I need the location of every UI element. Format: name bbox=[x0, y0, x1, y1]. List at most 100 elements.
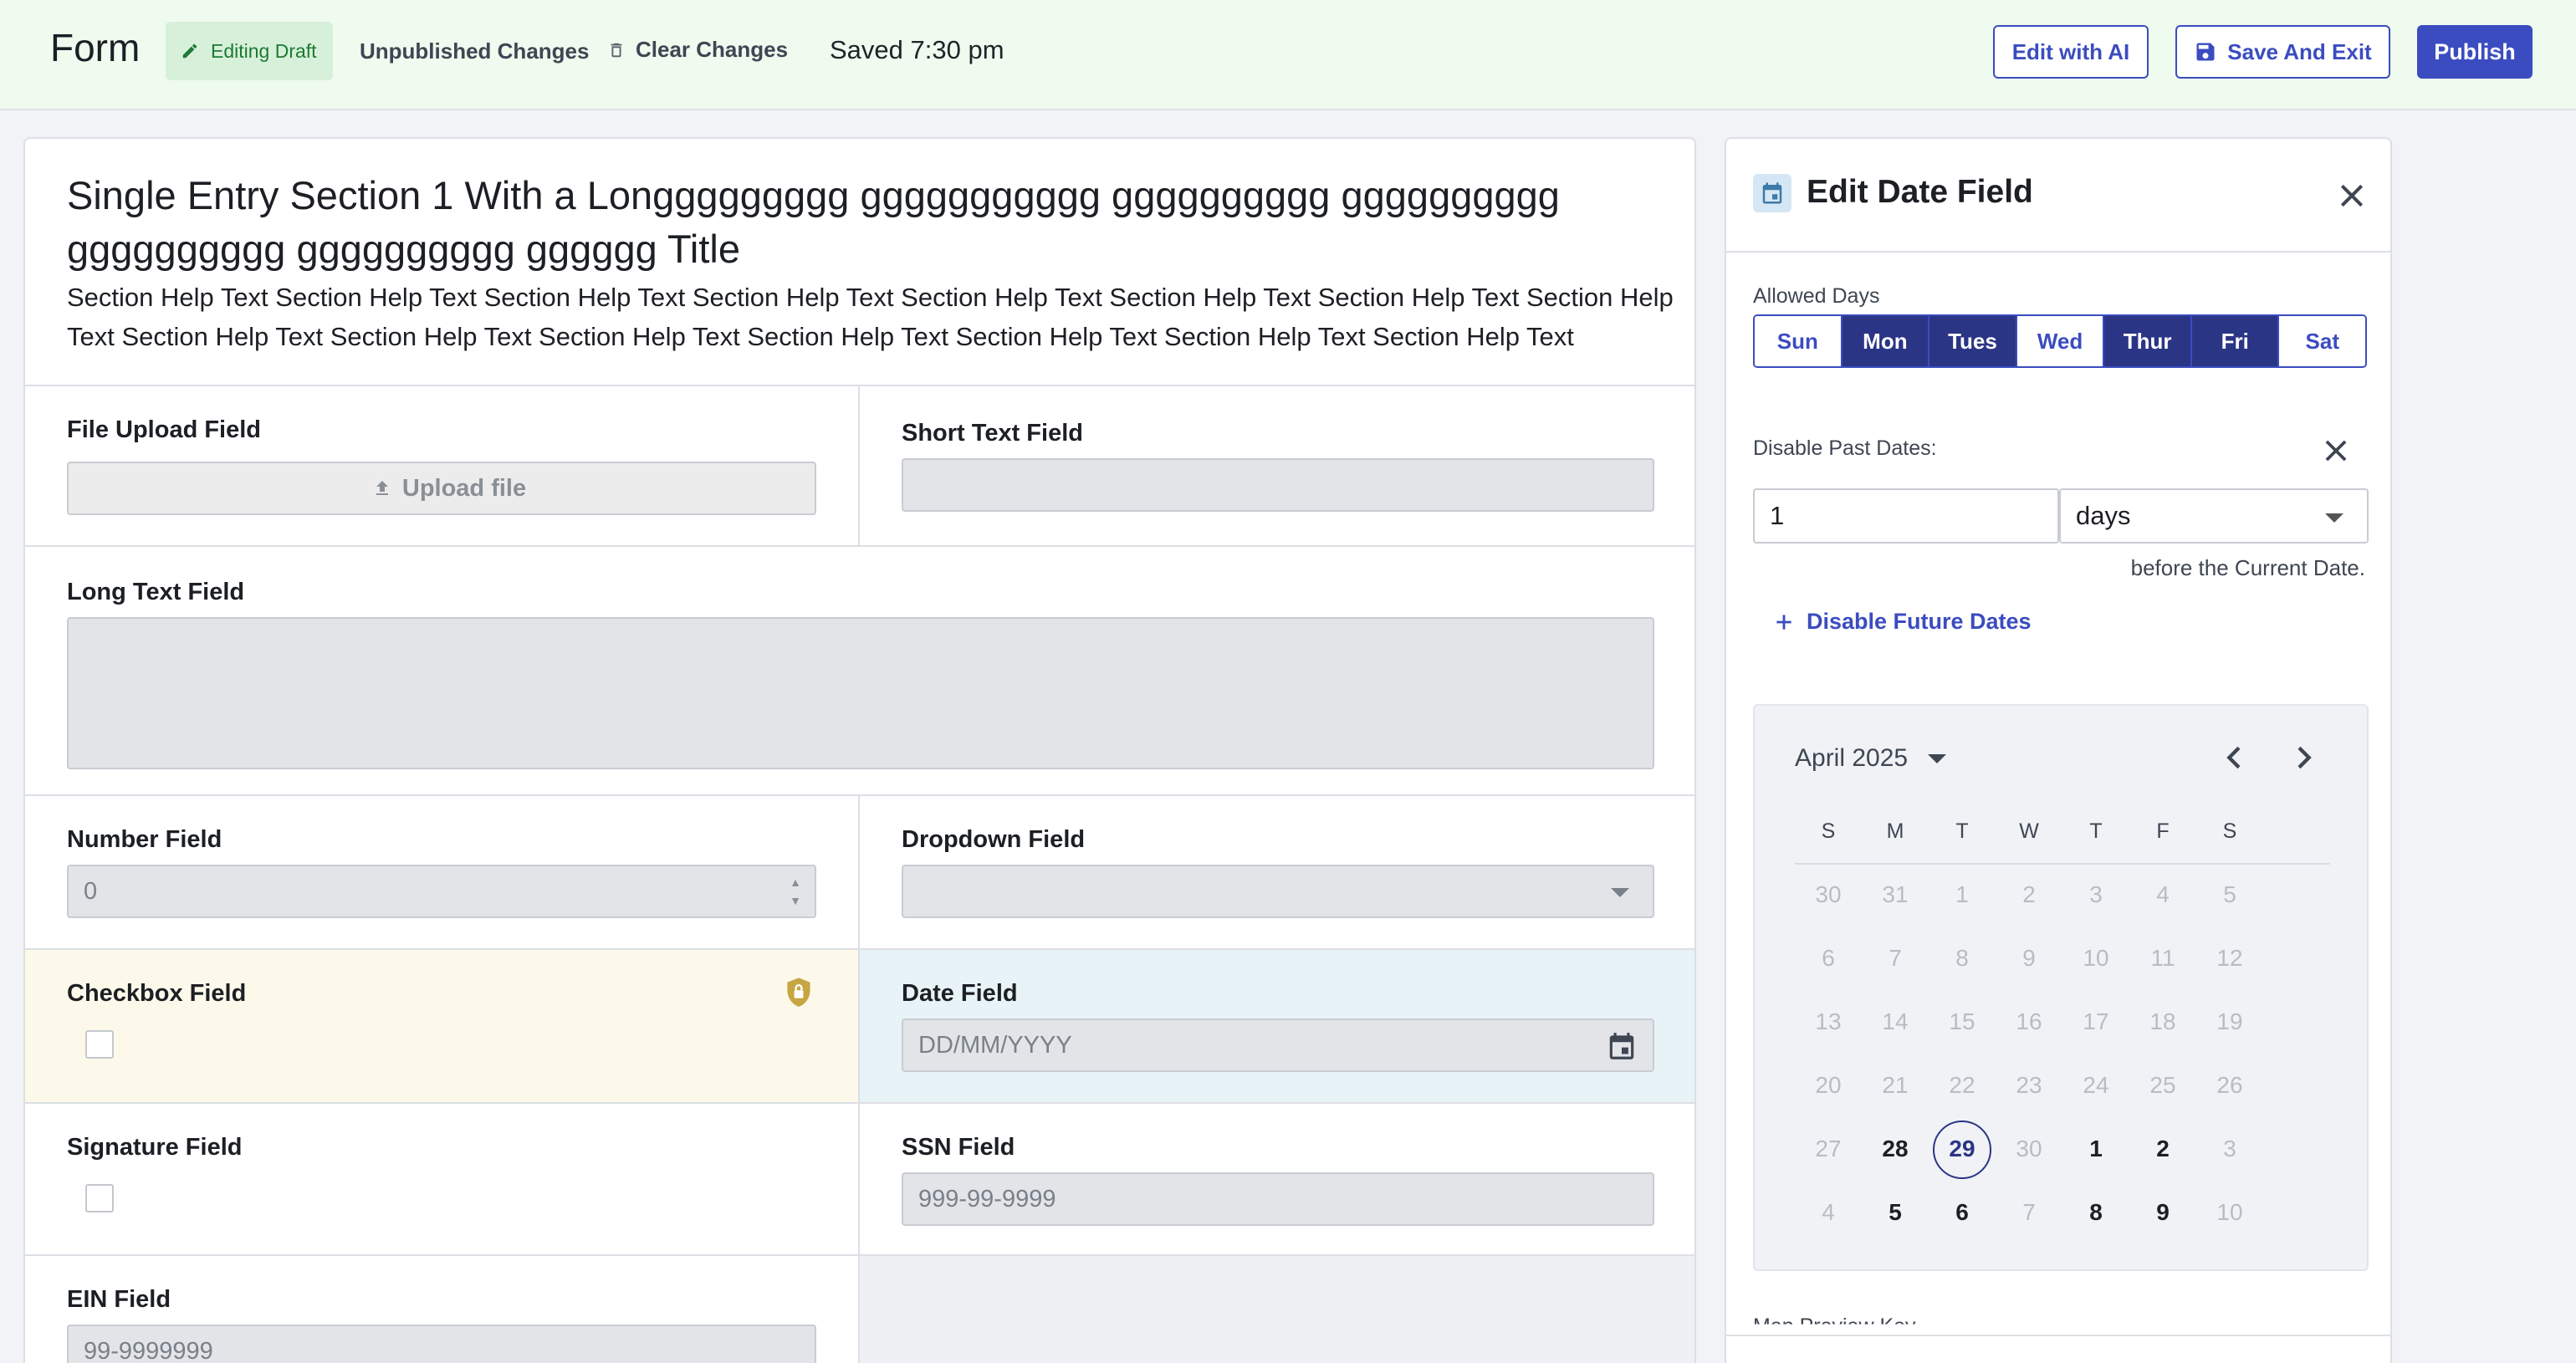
checkbox-field-cell[interactable]: Checkbox Field bbox=[25, 950, 860, 1104]
day-toggle-sun[interactable]: Sun bbox=[1755, 316, 1843, 366]
calendar-badge-icon bbox=[1753, 174, 1791, 212]
ein-label: EIN Field bbox=[67, 1286, 171, 1313]
clear-changes-label: Clear Changes bbox=[636, 37, 789, 62]
chevron-down-icon bbox=[2325, 513, 2343, 523]
calendar-day: 9 bbox=[2022, 945, 2036, 971]
number-value: 0 bbox=[84, 877, 98, 905]
calendar-day[interactable]: 8 bbox=[2062, 1199, 2129, 1226]
calendar-day: 4 bbox=[1822, 1199, 1835, 1225]
number-field-cell[interactable]: Number Field 0 ▲ ▼ bbox=[25, 796, 860, 950]
dropdown-label: Dropdown Field bbox=[902, 826, 1086, 853]
file-upload-field-cell[interactable]: File Upload Field Upload file bbox=[25, 386, 860, 547]
short-text-input[interactable] bbox=[902, 458, 1654, 512]
ssn-placeholder: 999-99-9999 bbox=[918, 1185, 1056, 1212]
edit-with-ai-button[interactable]: Edit with AI bbox=[1993, 25, 2149, 79]
ein-field-cell[interactable]: EIN Field 99-9999999 bbox=[25, 1256, 860, 1363]
number-input[interactable]: 0 ▲ ▼ bbox=[67, 865, 816, 918]
number-label: Number Field bbox=[67, 826, 222, 853]
unpublished-changes-link[interactable]: Unpublished Changes bbox=[360, 38, 589, 64]
calendar-day: 14 bbox=[1882, 1008, 1909, 1034]
calendar-day: 27 bbox=[1815, 1136, 1842, 1161]
edit-with-ai-label: Edit with AI bbox=[2011, 38, 2130, 64]
past-unit-select[interactable]: days bbox=[2059, 488, 2369, 544]
calendar-day: 30 bbox=[2016, 1136, 2042, 1161]
day-toggle-sat[interactable]: Sat bbox=[2279, 316, 2365, 366]
calendar-day: 10 bbox=[2216, 1199, 2243, 1225]
day-toggle-thur[interactable]: Thur bbox=[2104, 316, 2192, 366]
trash-icon bbox=[611, 43, 622, 57]
saved-status: Saved 7:30 pm bbox=[830, 35, 1004, 64]
month-selector[interactable]: April 2025 bbox=[1795, 744, 1947, 773]
upload-icon bbox=[376, 481, 388, 495]
day-toggle-fri[interactable]: Fri bbox=[2191, 316, 2280, 366]
previous-month-icon[interactable] bbox=[2218, 741, 2251, 774]
clear-changes-button[interactable]: Clear Changes bbox=[607, 37, 788, 63]
day-toggle-mon[interactable]: Mon bbox=[1842, 316, 1930, 366]
ein-input[interactable]: 99-9999999 bbox=[67, 1325, 816, 1363]
calendar-icon[interactable] bbox=[1606, 1030, 1638, 1062]
checkbox-input[interactable] bbox=[85, 1030, 114, 1059]
day-toggle-wed[interactable]: Wed bbox=[2016, 316, 2105, 366]
form-canvas: Single Entry Section 1 With a Longgggggg… bbox=[23, 137, 1696, 1363]
calendar-day: 10 bbox=[2083, 945, 2109, 971]
calendar-day: 31 bbox=[1882, 881, 1909, 907]
ssn-field-cell[interactable]: SSN Field 999-99-9999 bbox=[860, 1104, 1694, 1256]
calendar-day: 18 bbox=[2149, 1008, 2176, 1034]
calendar-day: 26 bbox=[2216, 1072, 2243, 1098]
date-input[interactable]: DD/MM/YYYY bbox=[902, 1018, 1654, 1072]
editing-draft-badge: Editing Draft bbox=[166, 22, 333, 80]
pencil-icon bbox=[182, 43, 197, 59]
calendar-day: 23 bbox=[2016, 1072, 2042, 1098]
calendar-day: 3 bbox=[2223, 1136, 2236, 1161]
close-icon[interactable] bbox=[2335, 179, 2369, 212]
long-text-field-cell[interactable]: Long Text Field bbox=[25, 547, 1694, 796]
panel-header: Edit Date Field bbox=[1726, 139, 2390, 253]
past-days-input[interactable]: 1 bbox=[1753, 488, 2059, 544]
weekday-header: M bbox=[1886, 819, 1904, 843]
signature-field-cell[interactable]: Signature Field bbox=[25, 1104, 860, 1256]
long-text-input[interactable] bbox=[67, 617, 1654, 769]
long-text-label: Long Text Field bbox=[67, 579, 245, 605]
remove-rule-close-icon[interactable] bbox=[2320, 435, 2352, 467]
allowed-days-label: Allowed Days bbox=[1753, 284, 1880, 308]
calendar-day[interactable]: 6 bbox=[1929, 1199, 1996, 1226]
calendar-day: 16 bbox=[2016, 1008, 2042, 1034]
calendar-day: 30 bbox=[1815, 881, 1842, 907]
calendar-day: 21 bbox=[1882, 1072, 1909, 1098]
ssn-input[interactable]: 999-99-9999 bbox=[902, 1172, 1654, 1226]
editing-draft-label: Editing Draft bbox=[211, 39, 317, 62]
number-stepper[interactable]: ▲ ▼ bbox=[790, 873, 801, 910]
weekday-header: F bbox=[2156, 819, 2170, 843]
calendar-day[interactable]: 28 bbox=[1862, 1136, 1929, 1162]
dropdown-field-cell[interactable]: Dropdown Field bbox=[860, 796, 1694, 950]
calendar-day[interactable]: 9 bbox=[2129, 1199, 2196, 1226]
lock-shield-icon bbox=[787, 978, 810, 1007]
disable-future-dates-button[interactable]: Disable Future Dates bbox=[1773, 609, 2032, 635]
next-month-icon[interactable] bbox=[2287, 741, 2320, 774]
date-label: Date Field bbox=[902, 980, 1018, 1007]
calendar-day[interactable]: 29 bbox=[1929, 1136, 1996, 1162]
calendar-day[interactable]: 1 bbox=[2062, 1136, 2129, 1162]
past-unit-value: days bbox=[2076, 501, 2131, 530]
plus-icon bbox=[1776, 614, 1791, 630]
weekday-header: W bbox=[2019, 819, 2039, 843]
calendar-divider bbox=[1795, 863, 2330, 865]
weekday-header: S bbox=[1821, 819, 1836, 843]
allowed-days-toggle-group: Sun Mon Tues Wed Thur Fri Sat bbox=[1753, 314, 2367, 368]
calendar-day[interactable]: 5 bbox=[1862, 1199, 1929, 1226]
calendar-day: 8 bbox=[1955, 945, 1969, 971]
weekday-header: T bbox=[1955, 819, 1969, 843]
day-toggle-tues[interactable]: Tues bbox=[1929, 316, 2017, 366]
past-dates-helper: before the Current Date. bbox=[2130, 555, 2365, 580]
section-header[interactable]: Single Entry Section 1 With a Longgggggg… bbox=[25, 139, 1694, 386]
publish-button[interactable]: Publish bbox=[2417, 25, 2533, 79]
top-bar: Form Editing Draft Unpublished Changes C… bbox=[0, 0, 2576, 110]
signature-checkbox[interactable] bbox=[85, 1184, 114, 1212]
ssn-label: SSN Field bbox=[902, 1134, 1015, 1161]
upload-file-button[interactable]: Upload file bbox=[67, 462, 816, 515]
save-and-exit-button[interactable]: Save And Exit bbox=[2175, 25, 2390, 79]
date-field-cell[interactable]: Date Field DD/MM/YYYY bbox=[860, 950, 1694, 1104]
calendar-day[interactable]: 2 bbox=[2129, 1136, 2196, 1162]
short-text-field-cell[interactable]: Short Text Field bbox=[860, 386, 1694, 547]
dropdown-select[interactable] bbox=[902, 865, 1654, 918]
